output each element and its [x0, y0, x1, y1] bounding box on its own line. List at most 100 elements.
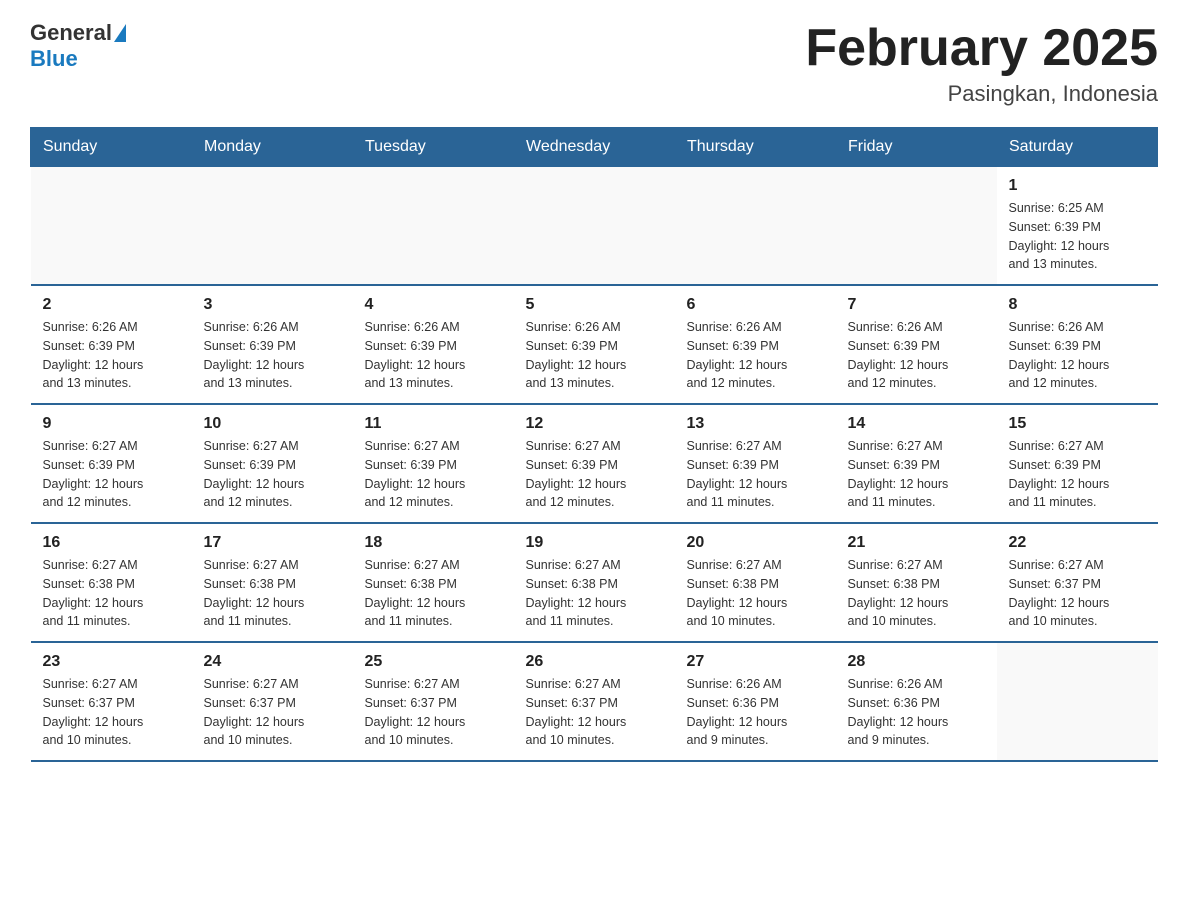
calendar-cell: 8 Sunrise: 6:26 AMSunset: 6:39 PMDaylight… [997, 285, 1158, 404]
calendar-cell: 26 Sunrise: 6:27 AMSunset: 6:37 PMDayligh… [514, 642, 675, 761]
weekday-header-friday: Friday [836, 128, 997, 167]
calendar-cell: 13 Sunrise: 6:27 AMSunset: 6:39 PMDayligh… [675, 404, 836, 523]
day-number: 20 [687, 534, 824, 552]
calendar-cell [675, 167, 836, 286]
calendar-week-row: 16 Sunrise: 6:27 AMSunset: 6:38 PMDayligh… [31, 523, 1158, 642]
calendar-cell: 1Sunrise: 6:25 AMSunset: 6:39 PMDaylight… [997, 167, 1158, 286]
weekday-header-tuesday: Tuesday [353, 128, 514, 167]
day-info: Sunrise: 6:27 AMSunset: 6:39 PMDaylight:… [1009, 437, 1146, 512]
calendar-cell [192, 167, 353, 286]
day-info: Sunrise: 6:26 AMSunset: 6:36 PMDaylight:… [848, 675, 985, 750]
day-number: 22 [1009, 534, 1146, 552]
day-number: 16 [43, 534, 180, 552]
calendar-cell [514, 167, 675, 286]
day-info: Sunrise: 6:27 AMSunset: 6:39 PMDaylight:… [43, 437, 180, 512]
calendar-cell: 12 Sunrise: 6:27 AMSunset: 6:39 PMDayligh… [514, 404, 675, 523]
day-info: Sunrise: 6:27 AMSunset: 6:37 PMDaylight:… [365, 675, 502, 750]
day-number: 9 [43, 415, 180, 433]
calendar-cell: 10 Sunrise: 6:27 AMSunset: 6:39 PMDayligh… [192, 404, 353, 523]
calendar-title: February 2025 [805, 20, 1158, 77]
calendar-cell [31, 167, 192, 286]
weekday-header-thursday: Thursday [675, 128, 836, 167]
day-info: Sunrise: 6:27 AMSunset: 6:39 PMDaylight:… [204, 437, 341, 512]
day-info: Sunrise: 6:26 AMSunset: 6:36 PMDaylight:… [687, 675, 824, 750]
day-number: 11 [365, 415, 502, 433]
day-info: Sunrise: 6:27 AMSunset: 6:38 PMDaylight:… [365, 556, 502, 631]
day-number: 1 [1009, 177, 1146, 195]
day-number: 25 [365, 653, 502, 671]
day-info: Sunrise: 6:27 AMSunset: 6:38 PMDaylight:… [848, 556, 985, 631]
day-number: 3 [204, 296, 341, 314]
logo-blue-text: Blue [30, 46, 78, 72]
day-number: 15 [1009, 415, 1146, 433]
day-info: Sunrise: 6:26 AMSunset: 6:39 PMDaylight:… [43, 318, 180, 393]
day-number: 12 [526, 415, 663, 433]
calendar-cell: 4 Sunrise: 6:26 AMSunset: 6:39 PMDaylight… [353, 285, 514, 404]
calendar-cell: 19 Sunrise: 6:27 AMSunset: 6:38 PMDayligh… [514, 523, 675, 642]
calendar-table: SundayMondayTuesdayWednesdayThursdayFrid… [30, 127, 1158, 762]
calendar-cell: 25 Sunrise: 6:27 AMSunset: 6:37 PMDayligh… [353, 642, 514, 761]
title-section: February 2025 Pasingkan, Indonesia [805, 20, 1158, 107]
day-number: 13 [687, 415, 824, 433]
weekday-header-row: SundayMondayTuesdayWednesdayThursdayFrid… [31, 128, 1158, 167]
calendar-cell: 16 Sunrise: 6:27 AMSunset: 6:38 PMDayligh… [31, 523, 192, 642]
day-number: 8 [1009, 296, 1146, 314]
calendar-cell: 28 Sunrise: 6:26 AMSunset: 6:36 PMDayligh… [836, 642, 997, 761]
calendar-cell [997, 642, 1158, 761]
calendar-cell: 20 Sunrise: 6:27 AMSunset: 6:38 PMDayligh… [675, 523, 836, 642]
calendar-subtitle: Pasingkan, Indonesia [805, 81, 1158, 107]
calendar-cell: 9 Sunrise: 6:27 AMSunset: 6:39 PMDaylight… [31, 404, 192, 523]
day-info: Sunrise: 6:27 AMSunset: 6:39 PMDaylight:… [365, 437, 502, 512]
day-number: 18 [365, 534, 502, 552]
day-info: Sunrise: 6:27 AMSunset: 6:37 PMDaylight:… [204, 675, 341, 750]
calendar-cell: 11 Sunrise: 6:27 AMSunset: 6:39 PMDayligh… [353, 404, 514, 523]
calendar-cell: 22 Sunrise: 6:27 AMSunset: 6:37 PMDayligh… [997, 523, 1158, 642]
calendar-cell: 27Sunrise: 6:26 AMSunset: 6:36 PMDayligh… [675, 642, 836, 761]
day-number: 7 [848, 296, 985, 314]
day-number: 5 [526, 296, 663, 314]
day-number: 10 [204, 415, 341, 433]
day-number: 28 [848, 653, 985, 671]
calendar-week-row: 1Sunrise: 6:25 AMSunset: 6:39 PMDaylight… [31, 167, 1158, 286]
day-info: Sunrise: 6:27 AMSunset: 6:38 PMDaylight:… [526, 556, 663, 631]
day-number: 23 [43, 653, 180, 671]
calendar-cell: 14Sunrise: 6:27 AMSunset: 6:39 PMDayligh… [836, 404, 997, 523]
calendar-cell: 15 Sunrise: 6:27 AMSunset: 6:39 PMDayligh… [997, 404, 1158, 523]
day-number: 4 [365, 296, 502, 314]
day-info: Sunrise: 6:27 AMSunset: 6:39 PMDaylight:… [526, 437, 663, 512]
calendar-cell [353, 167, 514, 286]
day-info: Sunrise: 6:26 AMSunset: 6:39 PMDaylight:… [848, 318, 985, 393]
day-info: Sunrise: 6:26 AMSunset: 6:39 PMDaylight:… [204, 318, 341, 393]
logo-triangle-icon [114, 24, 126, 42]
calendar-cell [836, 167, 997, 286]
day-number: 24 [204, 653, 341, 671]
day-number: 6 [687, 296, 824, 314]
calendar-week-row: 23 Sunrise: 6:27 AMSunset: 6:37 PMDayligh… [31, 642, 1158, 761]
day-info: Sunrise: 6:27 AMSunset: 6:37 PMDaylight:… [526, 675, 663, 750]
day-number: 26 [526, 653, 663, 671]
calendar-week-row: 9 Sunrise: 6:27 AMSunset: 6:39 PMDaylight… [31, 404, 1158, 523]
day-info: Sunrise: 6:26 AMSunset: 6:39 PMDaylight:… [1009, 318, 1146, 393]
day-info: Sunrise: 6:26 AMSunset: 6:39 PMDaylight:… [687, 318, 824, 393]
weekday-header-saturday: Saturday [997, 128, 1158, 167]
day-number: 2 [43, 296, 180, 314]
day-info: Sunrise: 6:26 AMSunset: 6:39 PMDaylight:… [365, 318, 502, 393]
calendar-header: SundayMondayTuesdayWednesdayThursdayFrid… [31, 128, 1158, 167]
day-info: Sunrise: 6:26 AMSunset: 6:39 PMDaylight:… [526, 318, 663, 393]
calendar-cell: 18 Sunrise: 6:27 AMSunset: 6:38 PMDayligh… [353, 523, 514, 642]
day-info: Sunrise: 6:27 AMSunset: 6:37 PMDaylight:… [43, 675, 180, 750]
page-header: General Blue February 2025 Pasingkan, In… [30, 20, 1158, 107]
day-info: Sunrise: 6:27 AMSunset: 6:39 PMDaylight:… [687, 437, 824, 512]
day-info: Sunrise: 6:27 AMSunset: 6:38 PMDaylight:… [687, 556, 824, 631]
calendar-cell: 6 Sunrise: 6:26 AMSunset: 6:39 PMDaylight… [675, 285, 836, 404]
calendar-cell: 23 Sunrise: 6:27 AMSunset: 6:37 PMDayligh… [31, 642, 192, 761]
calendar-cell: 17Sunrise: 6:27 AMSunset: 6:38 PMDayligh… [192, 523, 353, 642]
day-number: 19 [526, 534, 663, 552]
logo: General Blue [30, 20, 128, 72]
weekday-header-wednesday: Wednesday [514, 128, 675, 167]
day-info: Sunrise: 6:27 AMSunset: 6:38 PMDaylight:… [43, 556, 180, 631]
calendar-cell: 2 Sunrise: 6:26 AMSunset: 6:39 PMDaylight… [31, 285, 192, 404]
logo-general-text: General [30, 20, 112, 46]
day-info: Sunrise: 6:27 AMSunset: 6:39 PMDaylight:… [848, 437, 985, 512]
day-info: Sunrise: 6:27 AMSunset: 6:37 PMDaylight:… [1009, 556, 1146, 631]
